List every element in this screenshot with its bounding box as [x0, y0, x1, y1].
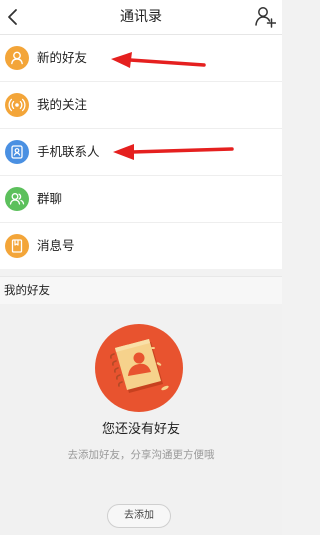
menu-item-label: 新的好友	[37, 50, 88, 65]
menu-item-label: 我的关注	[37, 97, 88, 112]
annotation-arrow-icon	[113, 144, 234, 160]
section-header-my-friends: 我的好友	[0, 276, 282, 304]
empty-state-subtitle: 去添加好友，分享沟通更方便哦	[67, 449, 215, 461]
menu-item-following[interactable]: 我的关注	[0, 82, 282, 129]
broadcast-icon	[5, 93, 29, 117]
person-icon	[5, 46, 29, 70]
menu-item-label: 消息号	[37, 238, 75, 253]
add-friend-button[interactable]: 去添加	[107, 504, 171, 528]
group-icon	[5, 187, 29, 211]
menu-item-label: 手机联系人	[37, 144, 100, 159]
section-label: 我的好友	[4, 283, 50, 297]
nav-bar: 通讯录	[0, 0, 282, 35]
contact-card-icon	[5, 140, 29, 164]
menu-item-group-chat[interactable]: 群聊	[0, 176, 282, 223]
bookmark-icon	[5, 234, 29, 258]
menu-item-message-accounts[interactable]: 消息号	[0, 223, 282, 269]
add-friend-icon[interactable]	[254, 5, 276, 29]
empty-state-title: 您还没有好友	[101, 422, 180, 437]
menu-item-label: 群聊	[37, 191, 63, 206]
address-book-illustration-icon	[95, 324, 183, 412]
page-title: 通讯录	[120, 9, 162, 25]
annotation-arrow-icon	[111, 52, 206, 68]
empty-state: 您还没有好友 去添加好友，分享沟通更方便哦 去添加	[0, 304, 282, 535]
